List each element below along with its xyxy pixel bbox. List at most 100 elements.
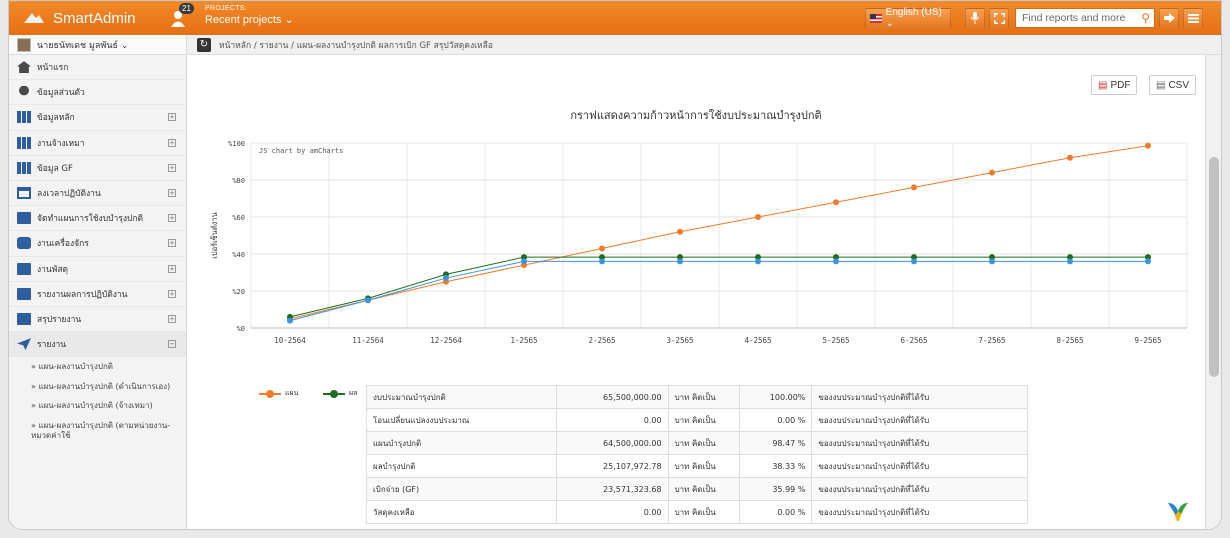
- sidebar-item-4[interactable]: ข้อมูล GF +: [9, 156, 186, 181]
- expand-icon[interactable]: +: [168, 264, 176, 273]
- summary-label: ผลบำรุงปกติ: [366, 454, 557, 478]
- table-row: เบิกจ่าย (GF) 23,571,323.68 บาท คิดเป็น 35.…: [366, 477, 1028, 501]
- sidebar-item-2[interactable]: ข้อมูลหลัก +: [9, 105, 186, 131]
- data-point: [1145, 142, 1151, 149]
- user-profile[interactable]: นายธนัทเดช มูลพันธ์ ⌄: [9, 35, 186, 55]
- x-tick-label: 12-2564: [430, 336, 462, 345]
- document-icon: [17, 312, 31, 325]
- legend-marker: [259, 389, 281, 398]
- sidebar-subitem[interactable]: » แผน-ผลงานบำรุงปกติ: [9, 357, 186, 377]
- summary-unit: บาท คิดเป็น: [667, 431, 741, 455]
- data-point: [677, 258, 683, 265]
- table-row: งบประมาณบำรุงปกติ 65,500,000.00 บาท คิดเป็…: [366, 385, 1028, 409]
- data-point: [521, 258, 527, 265]
- sidebar-item-0[interactable]: หน้าแรก: [9, 55, 186, 81]
- sidebar-item-8[interactable]: งานพัสดุ +: [9, 257, 186, 282]
- sidebar-item-3[interactable]: งานจ้างเหมา +: [9, 131, 186, 156]
- sidebar-item-11[interactable]: รายงาน −: [9, 332, 186, 358]
- y-tick-label: %100: [228, 140, 245, 148]
- table-row: แผนบำรุงปกติ 64,500,000.00 บาท คิดเป็น 98.4…: [366, 431, 1028, 455]
- activity-button[interactable]: 21: [167, 3, 194, 29]
- refresh-icon[interactable]: ↻: [197, 37, 211, 52]
- expand-icon[interactable]: +: [168, 163, 176, 172]
- smartadmin-logo-icon: [24, 13, 44, 23]
- table-row: โอนเปลี่ยนแปลงงบประมาณ 0.00 บาท คิดเป็น 0.0…: [366, 408, 1028, 432]
- summary-percent: 0.00 %: [739, 500, 813, 524]
- summary-note: ของงบประมาณบำรุงปกติที่ได้รับ: [811, 500, 1028, 524]
- search-input[interactable]: Find reports and more ⚲: [1015, 8, 1155, 28]
- sidebar-item-1[interactable]: ข้อมูลส่วนตัว: [9, 80, 186, 106]
- expand-icon[interactable]: +: [168, 138, 176, 147]
- brand-logo[interactable]: SmartAdmin: [9, 1, 179, 35]
- summary-amount: 0.00: [555, 500, 669, 524]
- sidebar-item-5[interactable]: ลงเวลาปฏิบัติงาน +: [9, 181, 186, 207]
- document-icon: [17, 212, 31, 225]
- expand-icon[interactable]: +: [168, 214, 176, 223]
- summary-amount: 0.00: [555, 408, 669, 432]
- summary-label: เบิกจ่าย (GF): [366, 477, 557, 501]
- data-point: [599, 258, 605, 265]
- grid-icon: [17, 136, 31, 149]
- breadcrumb-path[interactable]: หน้าหลัก / รายงาน / แผน-ผลงานบำรุงปกติ ผ…: [219, 38, 493, 52]
- data-point: [1067, 258, 1073, 265]
- sidebar-subitem[interactable]: » แผน-ผลงานบำรุงปกติ (ตามหน่วยงาน-หมวดค่…: [9, 416, 186, 445]
- brand-name: SmartAdmin: [53, 9, 136, 27]
- expand-icon[interactable]: +: [168, 239, 176, 248]
- search-placeholder: Find reports and more: [1022, 12, 1126, 24]
- expand-icon: [993, 12, 1005, 24]
- fullscreen-button[interactable]: [989, 8, 1009, 28]
- language-select[interactable]: English (US) ⌄: [865, 7, 951, 29]
- x-tick-label: 10-2564: [274, 336, 306, 345]
- logout-button[interactable]: [1159, 8, 1179, 28]
- summary-amount: 23,571,323.68: [555, 477, 669, 501]
- data-point: [365, 297, 371, 304]
- scrollbar[interactable]: [1205, 55, 1221, 529]
- projects-dropdown[interactable]: PROJECTS: Recent projects ⌄: [205, 5, 294, 26]
- expand-icon[interactable]: +: [168, 289, 176, 298]
- summary-unit: บาท คิดเป็น: [667, 408, 741, 432]
- expand-icon[interactable]: +: [168, 188, 176, 197]
- summary-percent: 100.00%: [739, 385, 813, 409]
- sidebar-item-9[interactable]: รายงานผลการปฏิบัติงาน +: [9, 282, 186, 307]
- data-point: [911, 184, 917, 191]
- collapse-icon[interactable]: −: [168, 340, 176, 349]
- legend-item[interactable]: แผน: [259, 388, 298, 399]
- breadcrumb: ↻ หน้าหลัก / รายงาน / แผน-ผลงานบำรุงปกติ…: [187, 35, 1221, 55]
- sidebar-subitem[interactable]: » แผน-ผลงานบำรุงปกติ (ดำเนินการเอง): [9, 377, 186, 397]
- menu-button[interactable]: [1183, 8, 1203, 28]
- sidebar-item-label: งานพัสดุ: [37, 264, 69, 275]
- sidebar-item-label: รายงาน: [37, 340, 67, 351]
- sidebar-item-6[interactable]: จัดทำแผนการใช้งบบำรุงปกติ +: [9, 206, 186, 232]
- sidebar-item-7[interactable]: งานเครื่องจักร +: [9, 231, 186, 257]
- summary-note: ของงบประมาณบำรุงปกติที่ได้รับ: [811, 385, 1028, 409]
- sidebar-subitem[interactable]: » แผน-ผลงานบำรุงปกติ (จ้างเหมา): [9, 396, 186, 416]
- sidebar-item-label: หน้าแรก: [37, 63, 69, 74]
- search-icon[interactable]: ⚲: [1141, 11, 1150, 25]
- legend-item[interactable]: ผล: [323, 388, 357, 399]
- x-tick-label: 7-2565: [978, 336, 1005, 345]
- x-tick-label: 1-2565: [510, 336, 537, 345]
- x-tick-label: 2-2565: [588, 336, 615, 345]
- y-tick-label: %80: [232, 177, 245, 185]
- app-badge-icon[interactable]: [1165, 497, 1191, 523]
- summary-percent: 38.33 %: [739, 454, 813, 478]
- data-point: [833, 199, 839, 206]
- grid-icon: [17, 111, 31, 124]
- expand-icon[interactable]: +: [168, 113, 176, 122]
- legend-label: แผน: [285, 389, 299, 397]
- voice-button[interactable]: [965, 8, 985, 28]
- profile-name: นายธนัทเดช มูลพันธ์ ⌄: [37, 40, 129, 51]
- expand-icon[interactable]: +: [168, 314, 176, 323]
- language-label: English (US) ⌄: [885, 7, 942, 29]
- x-tick-label: 3-2565: [666, 336, 693, 345]
- x-tick-label: 11-2564: [352, 336, 384, 345]
- top-bar: SmartAdmin 21 PROJECTS: Recent projects …: [9, 1, 1221, 35]
- progress-chart: %0 %20 %40 %60 %80 %100 10-2564 11-2564 12-2564 1…: [209, 140, 1188, 345]
- sidebar-item-10[interactable]: สรุปรายงาน +: [9, 307, 186, 333]
- summary-amount: 64,500,000.00: [555, 431, 669, 455]
- y-tick-label: %40: [232, 251, 245, 259]
- data-point: [287, 317, 293, 324]
- logout-icon: [1163, 13, 1175, 23]
- scrollbar-thumb[interactable]: [1209, 157, 1219, 377]
- summary-percent: 0.00 %: [739, 408, 813, 432]
